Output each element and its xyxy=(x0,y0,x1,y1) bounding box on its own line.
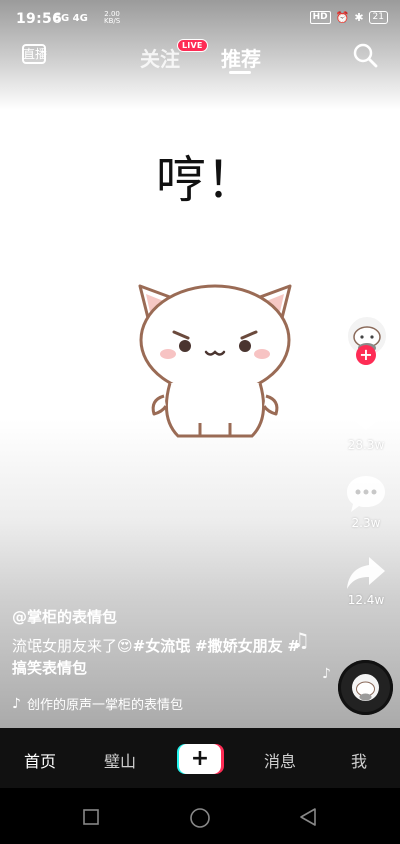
video-description: 流氓女朋友来了😍#女流氓 #撒娇女朋友 #搞笑表情包 xyxy=(12,635,312,679)
comment-icon[interactable] xyxy=(345,474,387,514)
search-icon[interactable] xyxy=(352,42,378,68)
author-name[interactable]: @掌柜的表情包 xyxy=(12,606,312,627)
status-icons: HD ⏰ ✱ 21 xyxy=(309,11,388,24)
tab-active-indicator xyxy=(229,71,251,74)
bottom-nav: 首页 璧山 + 消息 我 xyxy=(0,728,400,788)
share-icon[interactable] xyxy=(345,555,387,591)
hashtag[interactable]: #女流氓 xyxy=(133,637,191,655)
system-nav-bar xyxy=(0,788,400,844)
status-bar: 19:56 5G 4G 2.00 KB/S HD ⏰ ✱ 21 xyxy=(0,0,400,38)
hd-icon: HD xyxy=(309,11,331,24)
disc-cover xyxy=(352,674,379,701)
create-button[interactable]: + xyxy=(177,744,224,774)
floating-note-icon: ♫ xyxy=(292,628,310,652)
back-triangle-icon[interactable] xyxy=(298,807,318,827)
plus-icon: + xyxy=(179,744,221,774)
nav-messages[interactable]: 消息 xyxy=(264,748,296,772)
music-note-icon: ♪ xyxy=(12,695,21,712)
like-count: 28.3w xyxy=(347,438,385,452)
floating-note-icon: ♪ xyxy=(322,666,331,682)
description-text: 流氓女朋友来了😍 xyxy=(12,637,133,655)
alarm-icon: ⏰ xyxy=(335,11,350,24)
net-speed: 2.00 KB/S xyxy=(104,11,120,25)
top-nav: 直播 关注 LIVE 推荐 xyxy=(0,38,400,78)
nav-me[interactable]: 我 xyxy=(351,748,367,772)
tab-follow[interactable]: 关注 xyxy=(140,43,180,72)
square-nav-icon[interactable] xyxy=(82,808,100,826)
sticker-text: 哼！ xyxy=(156,151,256,209)
live-button-label: 直播 xyxy=(22,47,47,61)
comment-count: 2.3w xyxy=(351,516,381,530)
follow-button[interactable]: + xyxy=(356,345,376,365)
live-button[interactable]: 直播 xyxy=(22,42,48,68)
net-speed-unit: KB/S xyxy=(104,17,121,25)
signal-icon: 5G 4G xyxy=(54,13,88,24)
nav-location[interactable]: 璧山 xyxy=(104,748,136,772)
music-info[interactable]: ♪ 创作的原声一掌柜的表情包 xyxy=(12,694,183,714)
tab-recommend[interactable]: 推荐 xyxy=(221,43,261,72)
share-count: 12.4w xyxy=(347,593,385,607)
circle-nav-icon[interactable] xyxy=(189,807,211,829)
cat-sticker xyxy=(138,284,292,438)
music-disc-icon[interactable] xyxy=(338,660,393,715)
heart-icon[interactable] xyxy=(344,392,388,432)
video-info: @掌柜的表情包 流氓女朋友来了😍#女流氓 #撒娇女朋友 #搞笑表情包 xyxy=(12,606,312,679)
nav-home[interactable]: 首页 xyxy=(24,748,56,772)
screen: 哼！ 19:56 5G 4G 2.00 KB/S HD ⏰ ✱ 21 直播 关注… xyxy=(0,0,400,844)
live-badge: LIVE xyxy=(177,39,208,52)
hashtag[interactable]: #撒娇女朋友 xyxy=(195,637,283,655)
battery-icon: 21 xyxy=(368,11,388,24)
music-title: 创作的原声一掌柜的表情包 xyxy=(26,698,183,713)
bluetooth-icon: ✱ xyxy=(354,11,364,24)
